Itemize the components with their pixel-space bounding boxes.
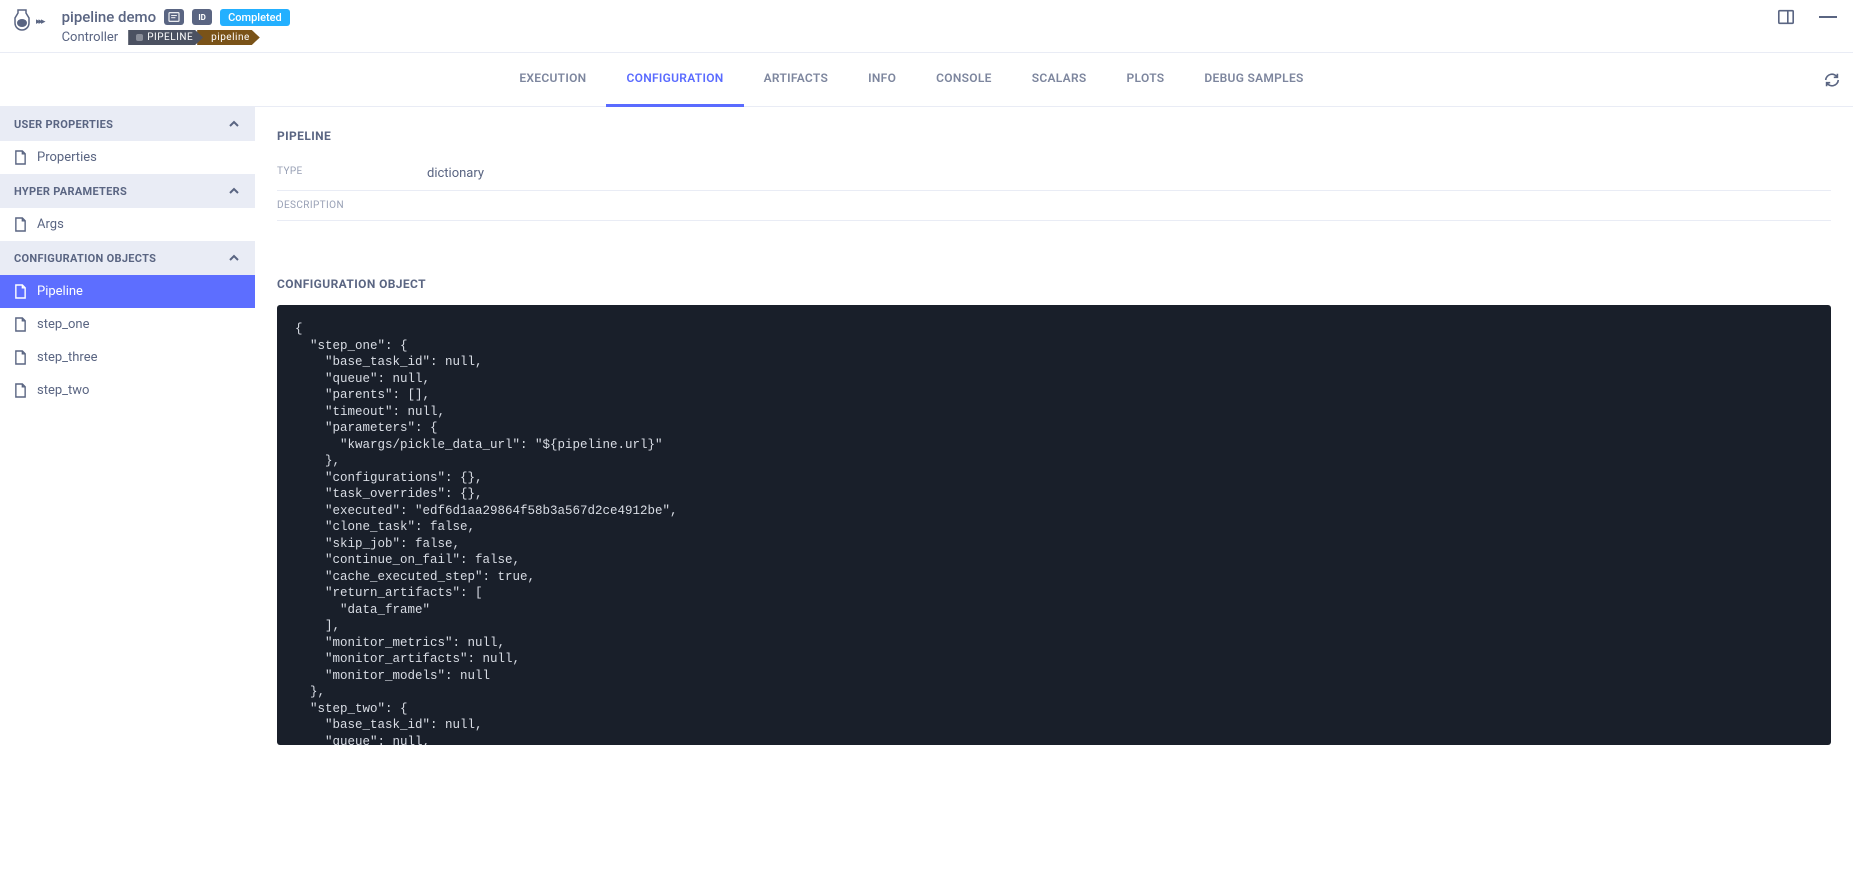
meta-label-desc: DESCRIPTION: [277, 200, 427, 211]
tab-debug-samples[interactable]: DEBUG SAMPLES: [1184, 53, 1323, 107]
file-icon: [14, 317, 27, 332]
tab-info[interactable]: INFO: [848, 53, 916, 107]
tab-console[interactable]: CONSOLE: [916, 53, 1012, 107]
tab-plots[interactable]: PLOTS: [1107, 53, 1185, 107]
chevron-up-icon: [227, 184, 241, 198]
sidebar-item-step_one[interactable]: step_one: [0, 308, 255, 341]
status-badge: Completed: [220, 9, 290, 26]
sidebar-section-configuration-objects[interactable]: CONFIGURATION OBJECTS: [0, 241, 255, 275]
chevron-up-icon: [227, 251, 241, 265]
tab-configuration[interactable]: CONFIGURATION: [606, 53, 743, 107]
file-icon: [14, 383, 27, 398]
tab-artifacts[interactable]: ARTIFACTS: [744, 53, 849, 107]
refresh-icon[interactable]: [1823, 71, 1841, 89]
chevron-up-icon: [227, 117, 241, 131]
sidebar-item-step_three[interactable]: step_three: [0, 341, 255, 374]
sidebar-item-pipeline[interactable]: Pipeline: [0, 275, 255, 308]
meta-row-desc: DESCRIPTION: [277, 191, 1831, 221]
menu-icon[interactable]: [1819, 8, 1837, 26]
breadcrumb-arrows-icon: ▸▸▸: [36, 17, 44, 27]
meta-value-type: dictionary: [427, 166, 484, 181]
file-icon: [14, 350, 27, 365]
page-title: pipeline demo: [62, 8, 157, 26]
subtitle: Controller: [62, 30, 119, 45]
description-icon[interactable]: [164, 9, 184, 25]
sidebar-section-hyper-parameters[interactable]: HYPER PARAMETERS: [0, 174, 255, 208]
id-badge[interactable]: ID: [192, 9, 212, 25]
section-title-pipeline: PIPELINE: [277, 129, 1831, 143]
meta-label-type: TYPE: [277, 166, 427, 181]
section-title-config: CONFIGURATION OBJECT: [277, 277, 1831, 291]
file-icon: [14, 150, 27, 165]
file-icon: [14, 284, 27, 299]
breadcrumb-root[interactable]: ▸▸▸: [10, 8, 44, 36]
topbar: ▸▸▸ pipeline demo ID Completed Controlle…: [0, 0, 1853, 53]
panel-toggle-icon[interactable]: [1777, 8, 1795, 26]
tabs-row: EXECUTIONCONFIGURATIONARTIFACTSINFOCONSO…: [0, 53, 1853, 107]
sidebar: USER PROPERTIESPropertiesHYPER PARAMETER…: [0, 107, 255, 886]
meta-row-type: TYPE dictionary: [277, 157, 1831, 191]
tab-execution[interactable]: EXECUTION: [499, 53, 606, 107]
tab-scalars[interactable]: SCALARS: [1012, 53, 1107, 107]
tag-name[interactable]: pipeline: [197, 30, 260, 45]
file-icon: [14, 217, 27, 232]
sidebar-item-step_two[interactable]: step_two: [0, 374, 255, 407]
main-content: PIPELINE TYPE dictionary DESCRIPTION CON…: [255, 107, 1853, 886]
sidebar-item-properties[interactable]: Properties: [0, 141, 255, 174]
configuration-code-block[interactable]: { "step_one": { "base_task_id": null, "q…: [277, 305, 1831, 745]
tag-category[interactable]: PIPELINE: [128, 30, 203, 45]
app-logo-icon: [10, 8, 34, 36]
sidebar-section-user-properties[interactable]: USER PROPERTIES: [0, 107, 255, 141]
sidebar-item-args[interactable]: Args: [0, 208, 255, 241]
